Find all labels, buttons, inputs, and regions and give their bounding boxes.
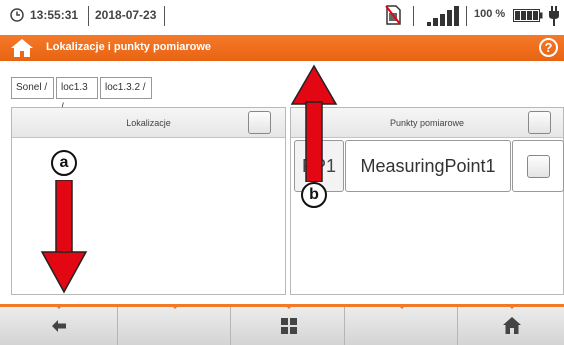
sim-card-disabled-icon bbox=[385, 5, 401, 25]
home-icon[interactable] bbox=[10, 38, 34, 58]
status-separator bbox=[466, 6, 467, 26]
locations-panel-title: Lokalizacje bbox=[126, 118, 171, 128]
toolbar-notch bbox=[170, 304, 180, 309]
title-bar: Lokalizacje i punkty pomiarowe ? bbox=[0, 35, 564, 61]
battery-icon bbox=[513, 9, 543, 22]
status-time: 13:55:31 bbox=[30, 8, 79, 22]
signal-strength-icon bbox=[427, 6, 459, 26]
battery-percent: 100 % bbox=[474, 8, 506, 20]
home-button[interactable] bbox=[458, 304, 564, 345]
help-icon[interactable]: ? bbox=[539, 38, 558, 57]
power-plug-icon bbox=[549, 6, 559, 26]
annotation-label-a: a bbox=[51, 150, 77, 176]
toolbar-button-2[interactable] bbox=[118, 304, 231, 345]
page-title: Lokalizacje i punkty pomiarowe bbox=[46, 41, 212, 53]
grid-menu-button[interactable] bbox=[231, 304, 345, 345]
back-button[interactable] bbox=[0, 304, 118, 345]
annotation-label-b: b bbox=[301, 182, 327, 208]
measuring-point-checkbox-cell[interactable] bbox=[512, 140, 564, 192]
measuring-point-checkbox[interactable] bbox=[527, 155, 550, 178]
toolbar-notch bbox=[54, 304, 64, 309]
locations-panel-header: Lokalizacje bbox=[12, 108, 285, 138]
toolbar-button-4[interactable] bbox=[345, 304, 458, 345]
status-separator bbox=[413, 6, 414, 26]
measuring-points-select-all-checkbox[interactable] bbox=[528, 111, 551, 134]
breadcrumb-item[interactable]: loc1.3 / bbox=[56, 77, 98, 113]
grid-icon bbox=[281, 318, 297, 334]
status-separator bbox=[164, 6, 165, 26]
status-date: 2018-07-23 bbox=[95, 8, 157, 22]
breadcrumb-item[interactable]: loc1.3.2 / bbox=[100, 77, 152, 99]
status-separator bbox=[88, 6, 89, 26]
clock-icon bbox=[10, 8, 24, 22]
annotation-arrow-up bbox=[290, 64, 338, 182]
toolbar-notch bbox=[507, 304, 517, 309]
annotation-arrow-down bbox=[40, 180, 88, 294]
bottom-toolbar bbox=[0, 304, 564, 345]
status-bar: 13:55:31 2018-07-23 100 % bbox=[0, 0, 564, 30]
toolbar-notch bbox=[284, 304, 294, 309]
home-icon bbox=[503, 317, 521, 334]
breadcrumb-item[interactable]: Sonel / bbox=[11, 77, 54, 99]
measuring-point-name[interactable]: MeasuringPoint1 bbox=[345, 140, 511, 192]
toolbar-notch bbox=[397, 304, 407, 309]
locations-select-all-checkbox[interactable] bbox=[248, 111, 271, 134]
arrow-left-icon bbox=[52, 320, 66, 332]
